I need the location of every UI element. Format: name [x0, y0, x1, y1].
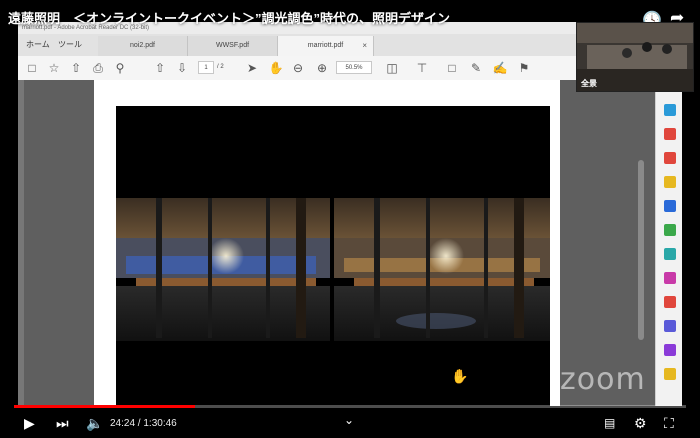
player-controls: ▶ ⏭ 🔈 24:24 / 1:30:46 ⌄ ▤ ⚙ ⛶ [0, 408, 700, 438]
search-icon[interactable]: ⚲ [112, 60, 128, 76]
close-icon[interactable]: × [362, 36, 367, 56]
comment-tool-icon[interactable] [664, 176, 676, 188]
star-icon[interactable]: ☆ [46, 60, 62, 76]
zoom-level-select[interactable]: 50.5% [336, 61, 372, 74]
cursor-select-icon[interactable]: ➤ [244, 60, 260, 76]
scan-ocr-icon[interactable] [664, 248, 676, 260]
left-panel-handle[interactable] [18, 80, 24, 406]
page-number-input[interactable]: 1 [198, 61, 214, 74]
fullscreen-icon[interactable]: ⛶ [664, 415, 674, 431]
certificate-icon[interactable] [664, 344, 676, 356]
duration: 1:30:46 [143, 418, 177, 429]
participant-name: 全景 [581, 79, 597, 88]
zoom-in-icon[interactable]: ⊕ [314, 60, 330, 76]
participant-video: 全景 [576, 22, 694, 92]
video-title[interactable]: 遠藤照明 ＜オンライントークイベント＞”調光調色”時代の、照明デザイン [8, 8, 450, 27]
document-area[interactable] [18, 80, 682, 406]
doc-tab-marriott[interactable]: marriott.pdf × [278, 36, 374, 56]
page-total: / 2 [217, 64, 224, 70]
more-tools-icon[interactable] [664, 368, 676, 380]
hand-cursor-icon: ✋ [451, 368, 469, 384]
print-icon[interactable]: ⎙ [90, 60, 106, 76]
stamp-icon[interactable]: ⚑ [516, 60, 532, 76]
highlight-icon[interactable]: ✎ [468, 60, 484, 76]
doc-tab-label: marriott.pdf [307, 42, 344, 49]
time-display: 24:24 / 1:30:46 [110, 418, 177, 429]
page-down-icon[interactable]: ⇩ [174, 60, 190, 76]
scroll-mode-icon[interactable]: ⊤ [414, 60, 430, 76]
tools-panel [655, 80, 682, 406]
nav-tab-home[interactable]: ホーム [26, 34, 50, 56]
volume-icon[interactable]: 🔈 [86, 415, 103, 431]
zoom-watermark: zoom [560, 362, 646, 397]
comment-icon[interactable]: □ [444, 60, 460, 76]
zoom-out-icon[interactable]: ⊖ [290, 60, 306, 76]
nav-tab-tools[interactable]: ツール [58, 34, 82, 56]
send-sign-icon[interactable] [664, 296, 676, 308]
play-icon[interactable]: ▶ [24, 415, 35, 431]
slide-photo [116, 106, 550, 406]
upload-icon[interactable]: ⇧ [68, 60, 84, 76]
chevron-down-icon[interactable]: ⌄ [344, 412, 354, 428]
subtitles-icon[interactable]: ▤ [604, 415, 615, 431]
create-pdf-icon[interactable] [664, 128, 676, 140]
save-icon[interactable]: □ [24, 60, 40, 76]
doc-tab-label: WWSF.pdf [215, 42, 250, 49]
doc-tab-noi2[interactable]: noi2.pdf [98, 36, 188, 56]
gear-icon[interactable]: ⚙ [634, 415, 647, 431]
hand-tool-icon[interactable]: ✋ [268, 60, 284, 76]
current-time: 24:24 [110, 418, 136, 429]
next-icon[interactable]: ⏭ [56, 415, 69, 431]
page-up-icon[interactable]: ⇧ [152, 60, 168, 76]
protect-icon[interactable] [664, 320, 676, 332]
draw-icon[interactable]: ✍ [492, 60, 508, 76]
export-pdf-icon[interactable] [664, 104, 676, 116]
vertical-scrollbar[interactable] [638, 160, 644, 340]
fill-sign-icon[interactable] [664, 272, 676, 284]
organize-pages-icon[interactable] [664, 224, 676, 236]
doc-tab-label: noi2.pdf [130, 42, 155, 49]
doc-tab-wwsf[interactable]: WWSF.pdf [188, 36, 278, 56]
fit-page-icon[interactable]: ◫ [384, 60, 400, 76]
hotel-lobby-photo [116, 198, 550, 341]
combine-files-icon[interactable] [664, 200, 676, 212]
edit-pdf-icon[interactable] [664, 152, 676, 164]
